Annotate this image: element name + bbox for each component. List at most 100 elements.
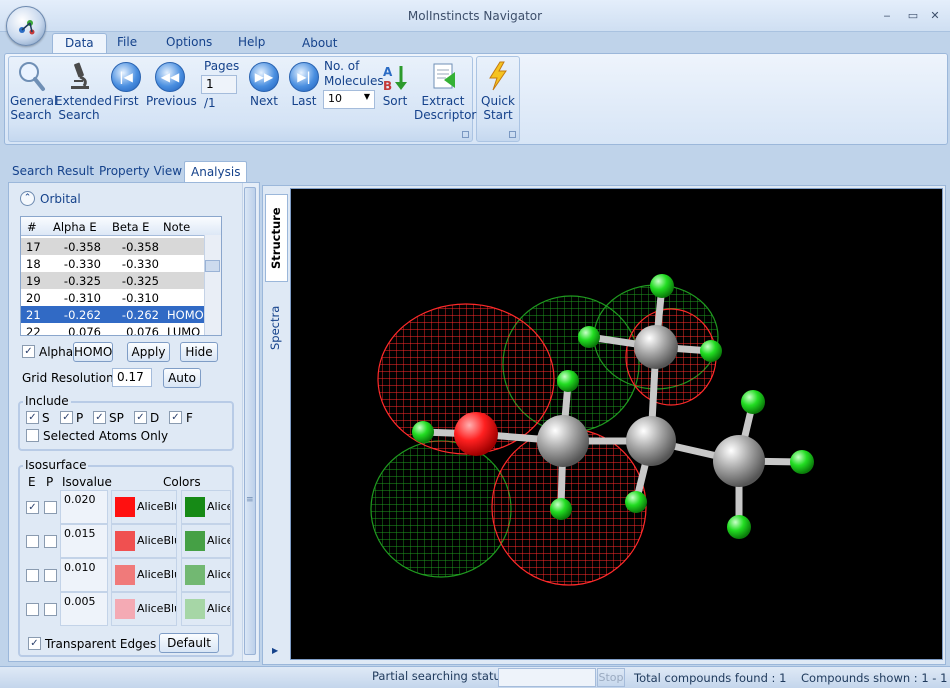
table-row[interactable]: 18 -0.330 -0.330 xyxy=(21,255,205,272)
default-button[interactable]: Default xyxy=(159,633,219,653)
iso-e-checkbox[interactable] xyxy=(26,535,39,548)
include-s-checkbox[interactable]: ✓ xyxy=(26,411,39,424)
tab-analysis[interactable]: Analysis xyxy=(184,161,248,182)
extended-search-button[interactable]: Extended Search xyxy=(55,60,112,122)
negative-color-cell[interactable] xyxy=(111,558,177,592)
molecules-per-page-select[interactable]: 10 ▼ xyxy=(323,90,375,109)
panel-scroll-thumb[interactable] xyxy=(244,187,256,655)
orbital-table-scrollbar[interactable] xyxy=(204,235,221,335)
positive-color-cell[interactable] xyxy=(181,558,231,592)
viewer-tabs: Structure Spectra ▶ xyxy=(263,186,288,664)
ribbon-tab-file[interactable]: File xyxy=(105,33,149,53)
col-alpha-e: Alpha E xyxy=(53,220,97,234)
orbital-table: # Alpha E Beta E Note 17 -0.358 -0.358 1… xyxy=(20,216,222,336)
table-row[interactable]: 17 -0.358 -0.358 xyxy=(21,238,205,255)
last-icon: ▶| xyxy=(289,62,319,92)
close-button[interactable]: ✕ xyxy=(928,10,942,22)
negative-color-cell[interactable] xyxy=(111,524,177,558)
table-row[interactable]: 22 0.076 0.076 LUMO xyxy=(21,323,205,335)
negative-color-cell[interactable] xyxy=(111,592,177,626)
sort-button[interactable]: A B Sort xyxy=(380,62,410,108)
application-menu-button[interactable] xyxy=(6,6,46,46)
hydrogen-atom xyxy=(650,274,674,298)
ribbon-tab-options[interactable]: Options xyxy=(154,33,224,53)
isovalue-field[interactable]: 0.010 xyxy=(60,558,108,592)
homo-button[interactable]: HOMO xyxy=(73,342,113,362)
table-row-selected[interactable]: 21 -0.262 -0.262 HOMO xyxy=(21,306,205,323)
alpha-checkbox[interactable]: ✓ xyxy=(22,345,35,358)
maximize-button[interactable]: ▭ xyxy=(906,10,920,22)
isovalue-field[interactable]: 0.015 xyxy=(60,524,108,558)
sort-icon: A B xyxy=(383,65,407,92)
ribbon-tab-help[interactable]: Help xyxy=(226,33,277,53)
col-note: Note xyxy=(163,220,191,234)
general-search-button[interactable]: General Search xyxy=(10,60,57,122)
table-row[interactable]: 20 -0.310 -0.310 xyxy=(21,289,205,306)
carbon-atom xyxy=(634,325,678,369)
minimize-button[interactable]: ‒ xyxy=(880,10,894,22)
expand-arrow-icon[interactable]: ▶ xyxy=(272,646,278,655)
hide-button[interactable]: Hide xyxy=(180,342,218,362)
tab-property-view[interactable]: Property View xyxy=(93,161,188,182)
next-page-button[interactable]: ▶▶ Next xyxy=(246,62,282,108)
tab-structure[interactable]: Structure xyxy=(265,194,288,282)
collapse-orbital-icon[interactable]: ⌃ xyxy=(20,191,35,206)
include-d-checkbox[interactable]: ✓ xyxy=(134,411,147,424)
descriptor-icon xyxy=(433,63,455,89)
positive-color-cell[interactable] xyxy=(181,524,231,558)
positive-color-cell[interactable] xyxy=(181,490,231,524)
iso-p-checkbox[interactable] xyxy=(44,535,57,548)
isovalue-field[interactable]: 0.005 xyxy=(60,592,108,626)
carbon-atom xyxy=(713,435,765,487)
tab-search-result[interactable]: Search Result xyxy=(6,161,100,182)
transparent-edges-checkbox[interactable]: ✓ xyxy=(28,637,41,650)
transparent-edges-label: Transparent Edges xyxy=(45,637,157,651)
auto-button[interactable]: Auto xyxy=(163,368,201,388)
first-page-button[interactable]: |◀ First xyxy=(108,62,144,108)
iso-e-checkbox[interactable]: ✓ xyxy=(26,501,39,514)
next-icon: ▶▶ xyxy=(249,62,279,92)
selected-atoms-label: Selected Atoms Only xyxy=(43,429,169,443)
page-number-field[interactable]: 1 xyxy=(201,75,237,94)
include-sp-label: SP xyxy=(109,411,124,425)
orbital-scroll-thumb[interactable] xyxy=(205,260,220,272)
hydrogen-atom xyxy=(625,491,647,513)
iso-e-checkbox[interactable] xyxy=(26,569,39,582)
ribbon-tab-about[interactable]: About xyxy=(290,34,349,54)
include-s-label: S xyxy=(42,411,50,425)
table-row[interactable]: 19 -0.325 -0.325 xyxy=(21,272,205,289)
negative-color-cell[interactable] xyxy=(111,490,177,524)
iso-p-checkbox[interactable] xyxy=(44,569,57,582)
tab-spectra[interactable]: Spectra xyxy=(265,286,288,370)
window-title: MolInstincts Navigator xyxy=(407,9,543,23)
quickstart-launcher-icon[interactable] xyxy=(509,131,516,138)
include-f-checkbox[interactable]: ✓ xyxy=(169,411,182,424)
search-progress-bar xyxy=(498,668,596,687)
extract-descriptor-button[interactable]: Extract Descriptor xyxy=(414,60,476,122)
isovalue-field[interactable]: 0.020 xyxy=(60,490,108,524)
ribbon-tab-data[interactable]: Data xyxy=(52,33,107,53)
col-p: P xyxy=(46,475,54,489)
include-p-checkbox[interactable]: ✓ xyxy=(60,411,73,424)
quick-start-button[interactable]: Quick Start xyxy=(481,60,515,122)
hydrogen-atom xyxy=(412,421,434,443)
selected-atoms-checkbox[interactable] xyxy=(26,429,39,442)
stop-button[interactable]: Stop xyxy=(597,668,625,687)
previous-page-button[interactable]: ◀◀ Previous xyxy=(146,62,197,108)
hydrogen-atom xyxy=(550,498,572,520)
iso-p-checkbox[interactable] xyxy=(44,501,57,514)
positive-color-cell[interactable] xyxy=(181,592,231,626)
molecule-3d-viewer[interactable] xyxy=(290,188,943,660)
last-page-button[interactable]: ▶| Last xyxy=(286,62,322,108)
grid-resolution-input[interactable]: 0.17 xyxy=(112,368,152,387)
iso-p-checkbox[interactable] xyxy=(44,603,57,616)
data-group-launcher-icon[interactable] xyxy=(462,131,469,138)
carbon-atom xyxy=(537,415,589,467)
iso-e-checkbox[interactable] xyxy=(26,603,39,616)
apply-button[interactable]: Apply xyxy=(127,342,170,362)
pages-label: Pages xyxy=(204,59,240,73)
oxygen-atom xyxy=(454,412,498,456)
hydrogen-atom xyxy=(578,326,600,348)
include-sp-checkbox[interactable]: ✓ xyxy=(93,411,106,424)
include-p-label: P xyxy=(76,411,84,425)
